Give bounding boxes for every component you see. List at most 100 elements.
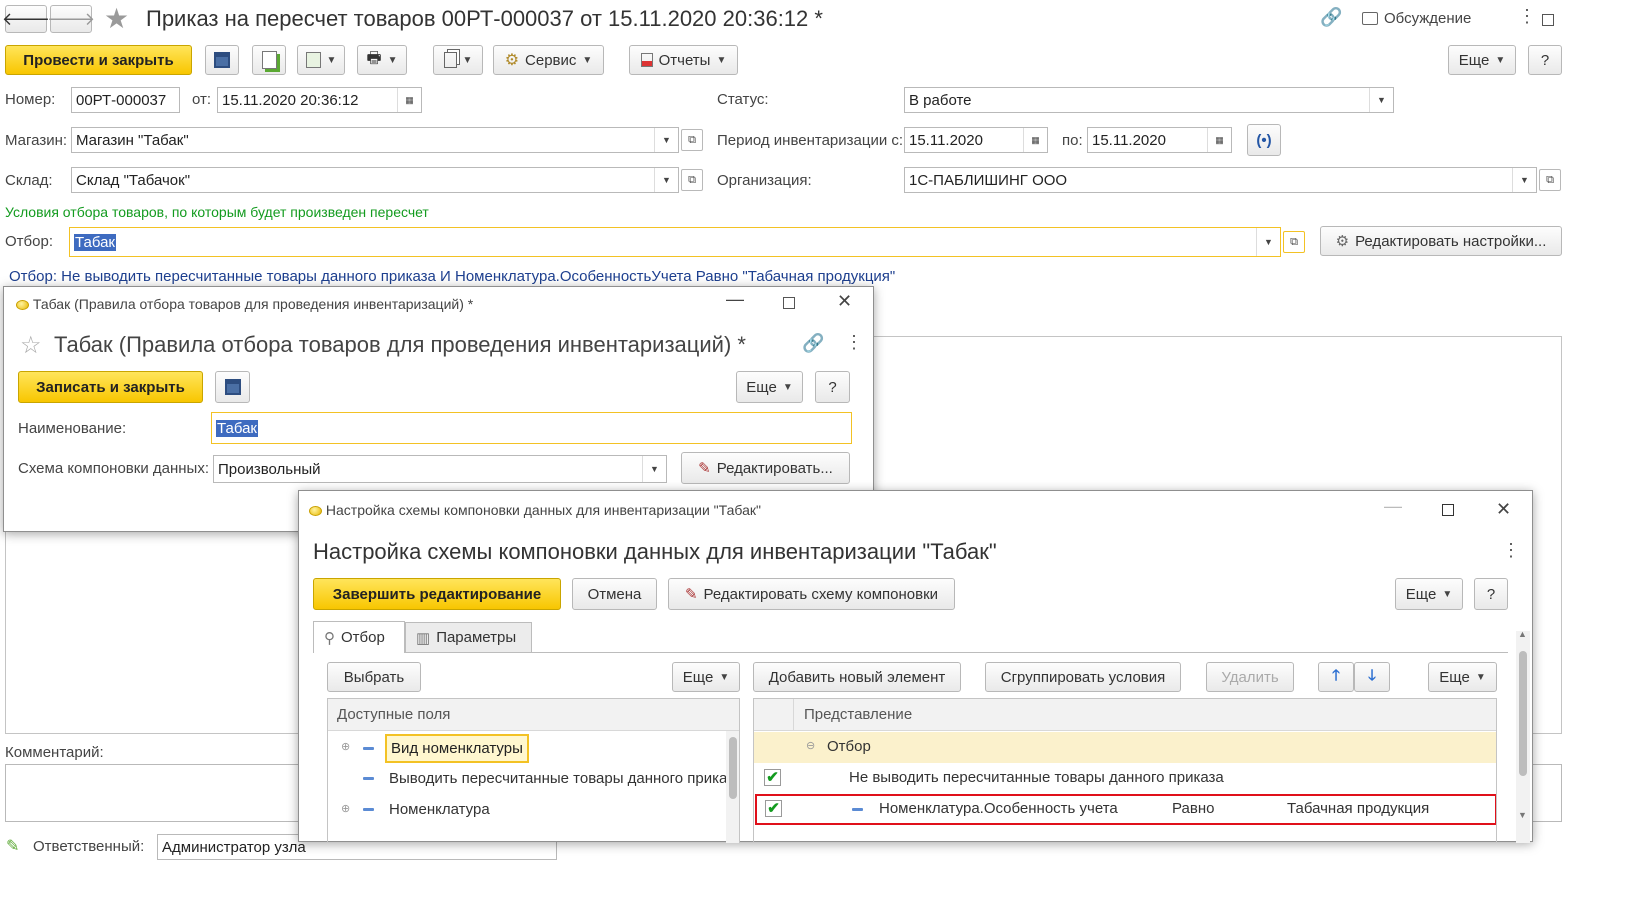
close-icon[interactable]: ✕ <box>837 291 852 312</box>
link-icon[interactable]: 🔗 <box>802 333 824 354</box>
edit-icon[interactable]: ✎ <box>6 836 19 856</box>
open-store-button[interactable]: ⧉ <box>681 129 703 151</box>
save-and-close-button[interactable]: Записать и закрыть <box>18 371 203 403</box>
chevron-down-icon[interactable]: ▼ <box>1512 168 1536 192</box>
period-select-button[interactable]: (•) <box>1247 124 1281 156</box>
filter-description[interactable]: Отбор: Не выводить пересчитанные товары … <box>9 268 895 285</box>
more-vert-icon[interactable]: ⋮ <box>1502 540 1520 561</box>
chevron-down-icon[interactable]: ▼ <box>654 168 678 192</box>
save-button[interactable] <box>205 45 239 75</box>
post-and-close-label: Провести и закрыть <box>23 51 174 69</box>
name-field[interactable]: Табак <box>211 412 852 444</box>
period-to-field[interactable]: 15.11.2020 ▦ <box>1087 127 1232 153</box>
print-button[interactable]: 🖶 ▼ <box>357 45 407 75</box>
date-field[interactable]: 15.11.2020 20:36:12 ▦ <box>217 87 422 113</box>
more-button[interactable]: Еще ▼ <box>1448 45 1516 75</box>
scrollbar-thumb[interactable] <box>1519 651 1527 776</box>
edit-layout-scheme-label: Редактировать схему компоновки <box>703 585 939 603</box>
help-button[interactable]: ? <box>1528 45 1562 75</box>
field-icon <box>852 808 863 811</box>
help-button[interactable]: ? <box>1474 578 1508 610</box>
minimize-icon[interactable]: — <box>1384 496 1402 517</box>
period-from-field[interactable]: 15.11.2020 ▦ <box>904 127 1048 153</box>
dropdown-arrow-icon: ▼ <box>326 54 337 66</box>
maximize-icon[interactable] <box>1542 14 1554 26</box>
org-select[interactable]: 1С-ПАБЛИШИНГ ООО ▼ <box>904 167 1537 193</box>
more-button[interactable]: Еще ▼ <box>1428 662 1497 692</box>
open-org-button[interactable]: ⧉ <box>1539 169 1561 191</box>
chevron-down-icon[interactable]: ▼ <box>654 128 678 152</box>
expand-icon[interactable]: ⊕ <box>341 802 350 815</box>
table-row-highlighted[interactable]: ✔ Номенклатура.Особенность учета Равно Т… <box>755 794 1496 825</box>
create-based-button[interactable]: ▼ <box>297 45 345 75</box>
tab-parameters[interactable]: ▥ Параметры <box>405 622 532 653</box>
more-button[interactable]: Еще ▼ <box>672 662 740 692</box>
edit-layout-scheme-button[interactable]: ✎ Редактировать схему компоновки <box>668 578 955 610</box>
chevron-down-icon[interactable]: ▼ <box>642 456 666 482</box>
chevron-down-icon[interactable]: ▼ <box>1369 88 1393 112</box>
status-select[interactable]: В работе ▼ <box>904 87 1394 113</box>
back-button[interactable]: 🡐 <box>2 5 50 33</box>
forward-button[interactable]: 🡒 <box>47 5 95 33</box>
list-item[interactable]: Выводить пересчитанные товары данного пр… <box>328 764 726 794</box>
expand-icon[interactable]: ⊕ <box>341 740 350 753</box>
chevron-down-icon[interactable]: ▼ <box>1256 228 1280 256</box>
open-filter-button[interactable]: ⧉ <box>1283 231 1305 253</box>
move-down-button[interactable]: 🡓 <box>1354 662 1390 692</box>
open-warehouse-button[interactable]: ⧉ <box>681 169 703 191</box>
attachments-button[interactable]: ▼ <box>433 45 483 75</box>
edit-scheme-button[interactable]: ✎ Редактировать... <box>681 452 850 484</box>
minimize-icon[interactable]: — <box>726 289 744 310</box>
tab-filter[interactable]: ⚲ Отбор <box>313 621 405 653</box>
filter-select[interactable]: Табак ▼ <box>69 227 1281 257</box>
link-icon[interactable]: 🔗 <box>1320 7 1342 28</box>
edit-settings-button[interactable]: ⚙ Редактировать настройки... <box>1320 226 1562 256</box>
store-select[interactable]: Магазин "Табак" ▼ <box>71 127 679 153</box>
calendar-icon[interactable]: ▦ <box>1023 128 1047 152</box>
scrollbar-thumb[interactable] <box>729 737 737 799</box>
scroll-up-icon[interactable]: ▲ <box>1518 629 1527 639</box>
calendar-icon[interactable]: ▦ <box>1207 128 1231 152</box>
warehouse-select[interactable]: Склад "Табачок" ▼ <box>71 167 679 193</box>
reports-button[interactable]: Отчеты ▼ <box>629 45 738 75</box>
conditions-title: Условия отбора товаров, по которым будет… <box>5 204 429 220</box>
filter-value: Табак <box>74 233 116 251</box>
add-element-button[interactable]: Добавить новый элемент <box>753 662 961 692</box>
table-row-group[interactable]: ⊖ Отбор <box>754 732 1496 763</box>
collapse-icon[interactable]: ⊖ <box>806 739 815 752</box>
more-button[interactable]: Еще ▼ <box>1395 578 1463 610</box>
save-button[interactable] <box>215 371 250 403</box>
number-field[interactable]: 00РТ-000037 <box>71 87 180 113</box>
scroll-down-icon[interactable]: ▼ <box>1518 810 1527 820</box>
maximize-icon[interactable] <box>783 297 795 309</box>
post-and-close-button[interactable]: Провести и закрыть <box>5 45 192 75</box>
calendar-icon[interactable]: ▦ <box>397 88 421 112</box>
more-button[interactable]: Еще ▼ <box>736 371 803 403</box>
scrollbar[interactable] <box>726 731 739 843</box>
group-conditions-button[interactable]: Сгруппировать условия <box>985 662 1181 692</box>
discuss-button[interactable]: Обсуждение <box>1362 10 1471 27</box>
scheme-select[interactable]: Произвольный ▼ <box>213 455 667 483</box>
select-button[interactable]: Выбрать <box>327 662 421 692</box>
table-row[interactable]: ✔ Не выводить пересчитанные товары данно… <box>754 763 1496 794</box>
service-button[interactable]: ⚙ Сервис ▼ <box>493 45 604 75</box>
favorite-star-icon[interactable]: ☆ <box>20 331 42 360</box>
cancel-button[interactable]: Отмена <box>572 578 657 610</box>
more-label: Еще <box>682 668 714 686</box>
list-item[interactable]: ⊕ Вид номенклатуры <box>328 733 726 763</box>
scrollbar[interactable]: ▲ ▼ <box>1516 629 1530 843</box>
warehouse-value: Склад "Табачок" <box>76 171 191 189</box>
favorite-star-icon[interactable]: ★ <box>104 2 129 35</box>
close-icon[interactable]: ✕ <box>1496 499 1511 520</box>
more-vert-icon[interactable]: ⋮ <box>1518 6 1536 27</box>
list-item[interactable]: ⊕ Номенклатура <box>328 795 726 825</box>
more-vert-icon[interactable]: ⋮ <box>845 332 863 353</box>
help-button[interactable]: ? <box>815 371 850 403</box>
checkbox-checked-icon[interactable]: ✔ <box>764 769 781 786</box>
delete-button[interactable]: Удалить <box>1206 662 1294 692</box>
checkbox-checked-icon[interactable]: ✔ <box>765 800 782 817</box>
move-up-button[interactable]: 🡑 <box>1318 662 1354 692</box>
maximize-icon[interactable] <box>1442 504 1454 516</box>
finish-editing-button[interactable]: Завершить редактирование <box>313 578 561 610</box>
post-button[interactable] <box>252 45 286 75</box>
